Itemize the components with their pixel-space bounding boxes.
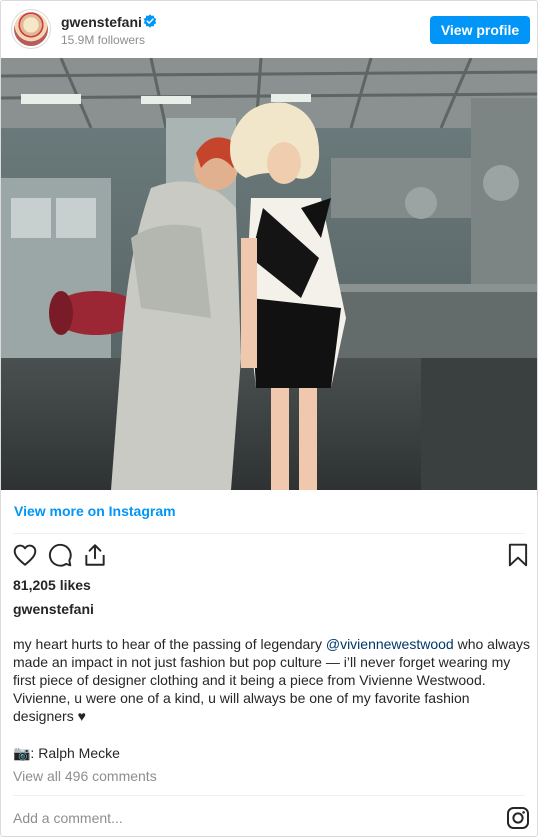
post-image[interactable] [1, 58, 537, 490]
view-profile-button[interactable]: View profile [430, 16, 530, 44]
username[interactable]: gwenstefani [61, 14, 142, 30]
caption-text: my heart hurts to hear of the passing of… [13, 636, 326, 652]
comment-icon[interactable] [47, 542, 73, 568]
view-comments-link[interactable]: View all 496 comments [13, 768, 157, 784]
share-icon[interactable] [82, 542, 108, 568]
divider [13, 533, 525, 534]
follower-count: 15.9M followers [61, 33, 146, 47]
photo-credit: 📷: Ralph Mecke [13, 745, 120, 761]
heart-icon[interactable] [12, 542, 38, 568]
add-comment-input[interactable]: Add a comment... [13, 810, 123, 826]
like-count[interactable]: 81,205 likes [13, 577, 91, 593]
instagram-logo-icon[interactable] [506, 806, 530, 830]
view-more-link[interactable]: View more on Instagram [14, 503, 176, 519]
mention-link[interactable]: @viviennewestwood [326, 636, 454, 652]
instagram-embed: gwenstefani 15.9M followers View profile [0, 0, 538, 837]
bookmark-icon[interactable] [505, 542, 531, 568]
avatar[interactable] [14, 12, 48, 46]
verified-badge-icon [143, 14, 157, 28]
post-caption: my heart hurts to hear of the passing of… [13, 635, 533, 725]
divider [13, 795, 525, 796]
post-header: gwenstefani 15.9M followers View profile [1, 1, 537, 58]
caption-author[interactable]: gwenstefani [13, 601, 94, 617]
